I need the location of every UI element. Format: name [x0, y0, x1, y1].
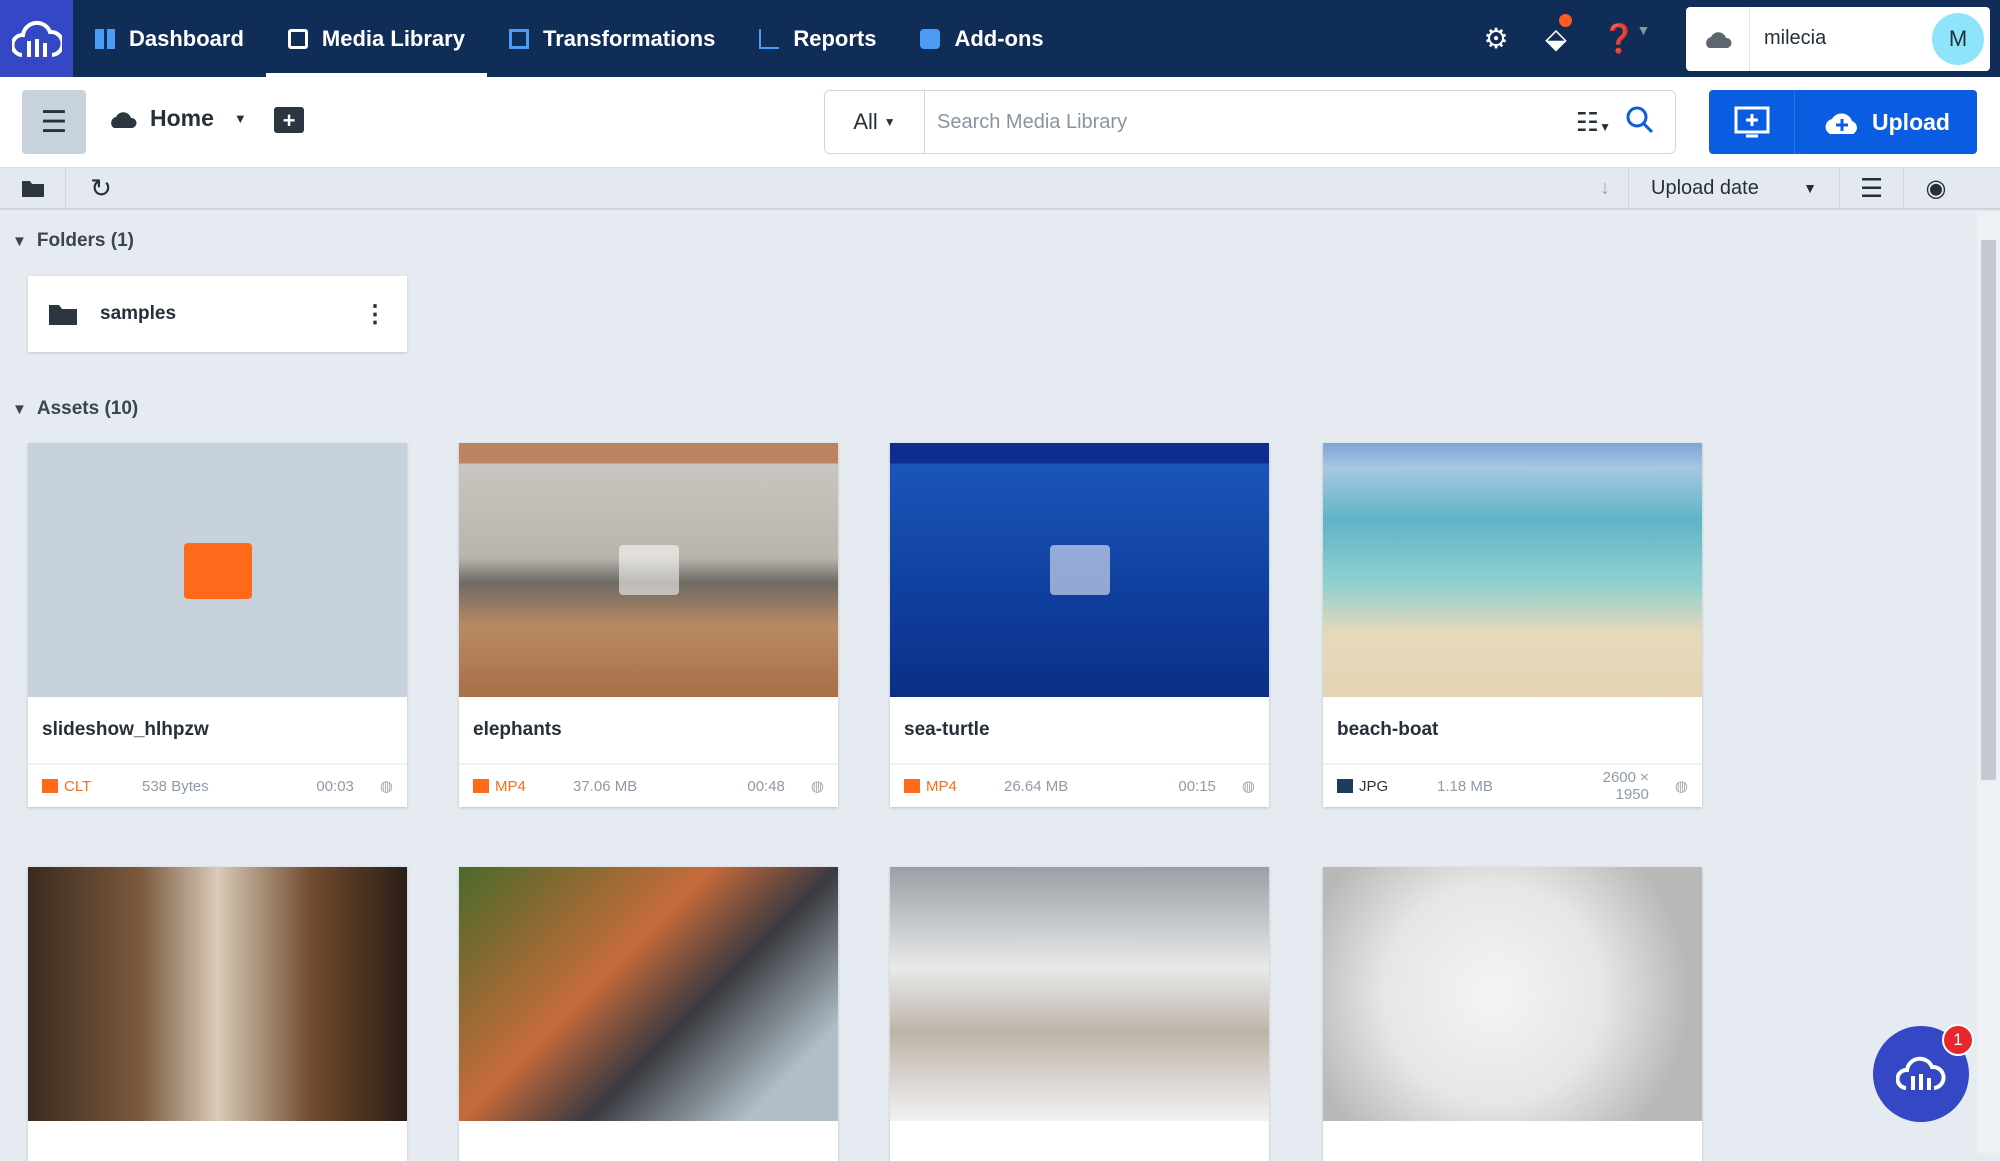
chevron-down-icon: ▼ [883, 115, 896, 129]
account-name: milecia [1764, 27, 1827, 49]
sort-direction-button[interactable]: ↓ [1585, 168, 1625, 208]
dashboard-icon [95, 28, 115, 49]
assets-section-toggle[interactable]: ▼ Assets (10) [12, 398, 138, 420]
public-globe-icon: ◍ [379, 778, 393, 795]
asset-title: elephants [459, 697, 838, 765]
import-icon [1734, 106, 1769, 138]
help-icon[interactable]: ❓ ▼ [1586, 22, 1666, 55]
sort-dropdown[interactable]: Upload date ▼ [1628, 168, 1840, 208]
search-input[interactable] [925, 110, 1576, 134]
folder-tree-button[interactable] [0, 168, 66, 208]
asset-thumbnail[interactable] [1323, 867, 1702, 1121]
scrollbar[interactable] [1977, 212, 2000, 1153]
import-button[interactable] [1709, 90, 1795, 154]
video-type-icon [473, 779, 489, 793]
asset-card[interactable]: slideshow_hlhpzw CLT 538 Bytes 00:03 ◍ [28, 443, 407, 807]
scrollbar-thumb[interactable] [1981, 240, 1996, 780]
nav-dashboard[interactable]: Dashboard [73, 0, 266, 77]
asset-title: slideshow_hlhpzw [28, 697, 407, 765]
nav-add-ons[interactable]: Add-ons [898, 0, 1065, 77]
video-type-icon [42, 779, 58, 793]
cloud-icon [111, 111, 137, 128]
puzzle-icon [920, 28, 941, 49]
refresh-button[interactable]: ↻ [66, 168, 136, 208]
folders-section-toggle[interactable]: ▼ Folders (1) [12, 230, 134, 252]
folder-icon [49, 305, 77, 325]
home-folder-dropdown[interactable]: Home ▼ [108, 105, 247, 132]
asset-card[interactable] [459, 867, 838, 1161]
account-menu[interactable]: milecia M [1686, 6, 1990, 71]
list-view-button[interactable]: ☰ [1840, 168, 1904, 208]
asset-title: sea-turtle [890, 697, 1269, 765]
public-globe-icon: ◍ [1241, 778, 1255, 795]
asset-meta: MP4 37.06 MB 00:48 ◍ [459, 765, 838, 807]
asset-thumbnail[interactable] [890, 443, 1269, 697]
asset-thumbnail[interactable] [28, 443, 407, 697]
nav-reports[interactable]: Reports [737, 0, 898, 77]
toolbar: ☰ Home ▼ + All▼ ☷▼ Upload [0, 77, 2000, 168]
folder-icon [21, 181, 44, 197]
notifications-icon[interactable]: ⬙ [1526, 14, 1586, 55]
video-clapper-icon [184, 543, 252, 599]
asset-card[interactable] [28, 867, 407, 1161]
filter-sliders-icon[interactable]: ☷▼ [1576, 107, 1611, 138]
asset-thumbnail[interactable] [1323, 443, 1702, 697]
chevron-down-icon: ▼ [233, 111, 247, 126]
caret-down-icon: ▼ [12, 400, 27, 418]
asset-meta: CLT 538 Bytes 00:03 ◍ [28, 765, 407, 807]
asset-card[interactable] [1323, 867, 1702, 1161]
avatar[interactable]: M [1932, 12, 1984, 65]
nav-media-library[interactable]: Media Library [265, 0, 488, 77]
more-options-icon[interactable]: ⋮ [363, 300, 387, 329]
chevron-down-icon: ▼ [1803, 180, 1817, 196]
asset-card[interactable] [890, 867, 1269, 1161]
media-library-icon [287, 28, 308, 49]
asset-thumbnail[interactable] [459, 867, 838, 1121]
folder-card[interactable]: samples ⋮ [28, 276, 407, 352]
public-globe-icon: ◍ [1674, 778, 1688, 795]
public-globe-icon: ◍ [810, 778, 824, 795]
asset-thumbnail[interactable] [890, 867, 1269, 1121]
settings-gear-icon[interactable]: ⚙ [1466, 22, 1526, 55]
asset-card[interactable]: sea-turtle MP4 26.64 MB 00:15 ◍ [890, 443, 1269, 807]
image-type-icon [1337, 779, 1353, 793]
notification-dot [1559, 14, 1572, 27]
asset-card[interactable]: beach-boat JPG 1.18 MB 2600 × 1950 ◍ [1323, 443, 1702, 807]
search-icon[interactable] [1625, 105, 1655, 140]
transformations-icon [508, 28, 529, 49]
cloud-upload-icon [1825, 113, 1857, 134]
preview-eye-button[interactable]: ◉ [1904, 168, 1968, 208]
asset-thumbnail[interactable] [459, 443, 838, 697]
upload-button[interactable]: Upload [1795, 90, 1977, 154]
video-overlay-icon [1049, 545, 1110, 595]
cloudinary-logo[interactable] [0, 0, 73, 77]
reports-icon [759, 28, 780, 49]
upload-group: Upload [1709, 90, 1977, 154]
chat-badge: 1 [1942, 1024, 1974, 1056]
menu-button[interactable]: ☰ [22, 90, 86, 154]
nav-transformations[interactable]: Transformations [487, 0, 737, 77]
asset-card[interactable]: elephants MP4 37.06 MB 00:48 ◍ [459, 443, 838, 807]
cloud-icon [1686, 6, 1750, 71]
sub-toolbar: ↻ ↓ Upload date ▼ ☰ ◉ [0, 168, 2000, 210]
new-folder-button[interactable]: + [274, 107, 304, 133]
cloudinary-chat-icon [1896, 1056, 1946, 1090]
asset-title: beach-boat [1323, 697, 1702, 765]
asset-meta: JPG 1.18 MB 2600 × 1950 ◍ [1323, 765, 1702, 807]
video-type-icon [904, 779, 920, 793]
video-overlay-icon [618, 545, 679, 595]
asset-thumbnail[interactable] [28, 867, 407, 1121]
search-bar: All▼ ☷▼ [824, 90, 1676, 154]
caret-down-icon: ▼ [12, 232, 27, 250]
top-nav: Dashboard Media Library Transformations … [0, 0, 2000, 77]
asset-meta: MP4 26.64 MB 00:15 ◍ [890, 765, 1269, 807]
search-scope-dropdown[interactable]: All ▼ [825, 91, 925, 153]
